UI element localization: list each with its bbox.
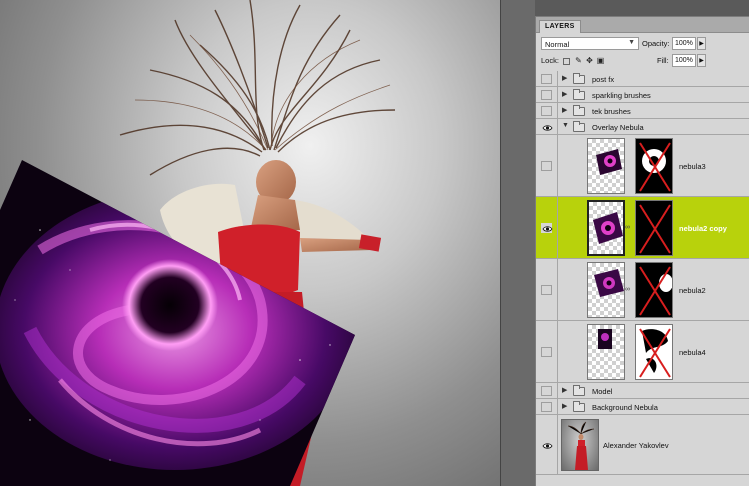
layer-mask-thumbnail[interactable] [635, 324, 673, 380]
fill-input[interactable]: 100% [672, 54, 696, 67]
layer-name: Alexander Yakovlev [603, 441, 669, 450]
layer-name: Model [592, 387, 613, 396]
opacity-label: Opacity: [642, 39, 670, 48]
blend-mode-select[interactable]: Normal ▼ [541, 37, 639, 50]
expand-triangle-icon[interactable]: ▶ [562, 90, 567, 98]
visibility-toggle[interactable] [541, 285, 552, 295]
layer-group-model[interactable]: ▶ Model [536, 383, 749, 399]
link-icon[interactable]: ∞ [625, 224, 630, 231]
lock-options-row: Lock: ✎ ✥ ▣ Fill: 100% ▶ [536, 52, 749, 69]
folder-icon [573, 385, 585, 396]
layer-nebula2[interactable]: ∞ nebula2 [536, 259, 749, 321]
expand-triangle-icon[interactable]: ▶ [562, 106, 567, 114]
visibility-toggle[interactable] [541, 347, 552, 357]
layer-thumbnail[interactable] [561, 419, 599, 471]
visibility-toggle[interactable] [541, 74, 552, 84]
visibility-toggle[interactable] [541, 440, 553, 450]
fill-label: Fill: [657, 56, 669, 65]
lock-all-icon[interactable]: ▣ [596, 56, 605, 66]
expand-triangle-icon[interactable]: ▶ [562, 402, 567, 410]
visibility-toggle[interactable] [541, 161, 552, 171]
document-canvas[interactable] [0, 0, 500, 486]
layer-name: Background Nebula [592, 403, 658, 412]
layer-mask-thumbnail[interactable] [635, 262, 673, 318]
chevron-down-icon: ▼ [628, 39, 635, 46]
tab-layers[interactable]: LAYERS [539, 20, 581, 33]
layer-name: post fx [592, 75, 615, 84]
layers-panel: LAYERS Normal ▼ Opacity: 100% ▶ Lock: ✎ … [535, 16, 749, 486]
opacity-slider-toggle[interactable]: ▶ [697, 37, 706, 50]
artwork [0, 0, 396, 486]
expand-triangle-icon[interactable]: ▶ [562, 74, 567, 82]
layer-name: sparkling brushes [592, 91, 651, 100]
blend-options-row: Normal ▼ Opacity: 100% ▶ [536, 34, 749, 51]
layer-nebula3[interactable]: nebula3 [536, 135, 749, 197]
photoshop-window: LAYERS Normal ▼ Opacity: 100% ▶ Lock: ✎ … [0, 0, 749, 486]
layer-group-tek-brushes[interactable]: ▶ tek brushes [536, 103, 749, 119]
collapse-triangle-icon[interactable]: ▼ [562, 122, 569, 129]
opacity-input[interactable]: 100% [672, 37, 696, 50]
layer-nebula4[interactable]: nebula4 [536, 321, 749, 383]
folder-icon [573, 121, 585, 132]
folder-icon [573, 73, 585, 84]
layer-group-sparkling-brushes[interactable]: ▶ sparkling brushes [536, 87, 749, 103]
layer-thumbnail[interactable] [587, 200, 625, 256]
nebula-core [122, 259, 218, 351]
layer-name: tek brushes [592, 107, 631, 116]
eye-icon [542, 226, 553, 232]
layer-name: nebula2 [679, 286, 706, 295]
lock-transparent-icon[interactable] [563, 58, 570, 65]
folder-icon [573, 89, 585, 100]
visibility-toggle[interactable] [541, 402, 552, 412]
lock-paint-icon[interactable]: ✎ [574, 56, 583, 66]
layer-thumbnail[interactable] [587, 324, 625, 380]
fill-slider-toggle[interactable]: ▶ [697, 54, 706, 67]
visibility-toggle[interactable] [541, 106, 552, 116]
layer-group-background-nebula[interactable]: ▶ Background Nebula [536, 399, 749, 415]
layer-name: nebula2 copy [679, 224, 727, 233]
folder-icon [573, 401, 585, 412]
layer-name: nebula3 [679, 162, 706, 171]
layer-thumbnail[interactable] [587, 262, 625, 318]
lock-move-icon[interactable]: ✥ [585, 56, 594, 66]
eye-icon [542, 443, 553, 449]
visibility-toggle[interactable] [541, 386, 552, 396]
layer-name: Overlay Nebula [592, 123, 644, 132]
layer-alexander-yakovlev[interactable]: Alexander Yakovlev [536, 415, 749, 475]
eye-icon [542, 125, 553, 131]
layer-name: nebula4 [679, 348, 706, 357]
layer-group-post-fx[interactable]: ▶ post fx [536, 71, 749, 87]
visibility-toggle[interactable] [541, 223, 553, 233]
expand-triangle-icon[interactable]: ▶ [562, 386, 567, 394]
panel-tabbar: LAYERS [536, 17, 749, 33]
layer-group-overlay-nebula[interactable]: ▼ Overlay Nebula [536, 119, 749, 135]
canvas-gutter [500, 0, 535, 486]
visibility-toggle[interactable] [541, 90, 552, 100]
layer-thumbnail[interactable] [587, 138, 625, 194]
blend-mode-value: Normal [545, 40, 570, 49]
lock-label: Lock: [541, 56, 559, 65]
layer-mask-thumbnail[interactable] [635, 200, 673, 256]
link-icon[interactable]: ∞ [625, 286, 630, 293]
hair [119, 0, 396, 176]
layer-mask-thumbnail[interactable] [635, 138, 673, 194]
folder-icon [573, 105, 585, 116]
layer-nebula2-copy[interactable]: ∞ nebula2 copy [536, 197, 749, 259]
visibility-toggle[interactable] [541, 122, 553, 132]
